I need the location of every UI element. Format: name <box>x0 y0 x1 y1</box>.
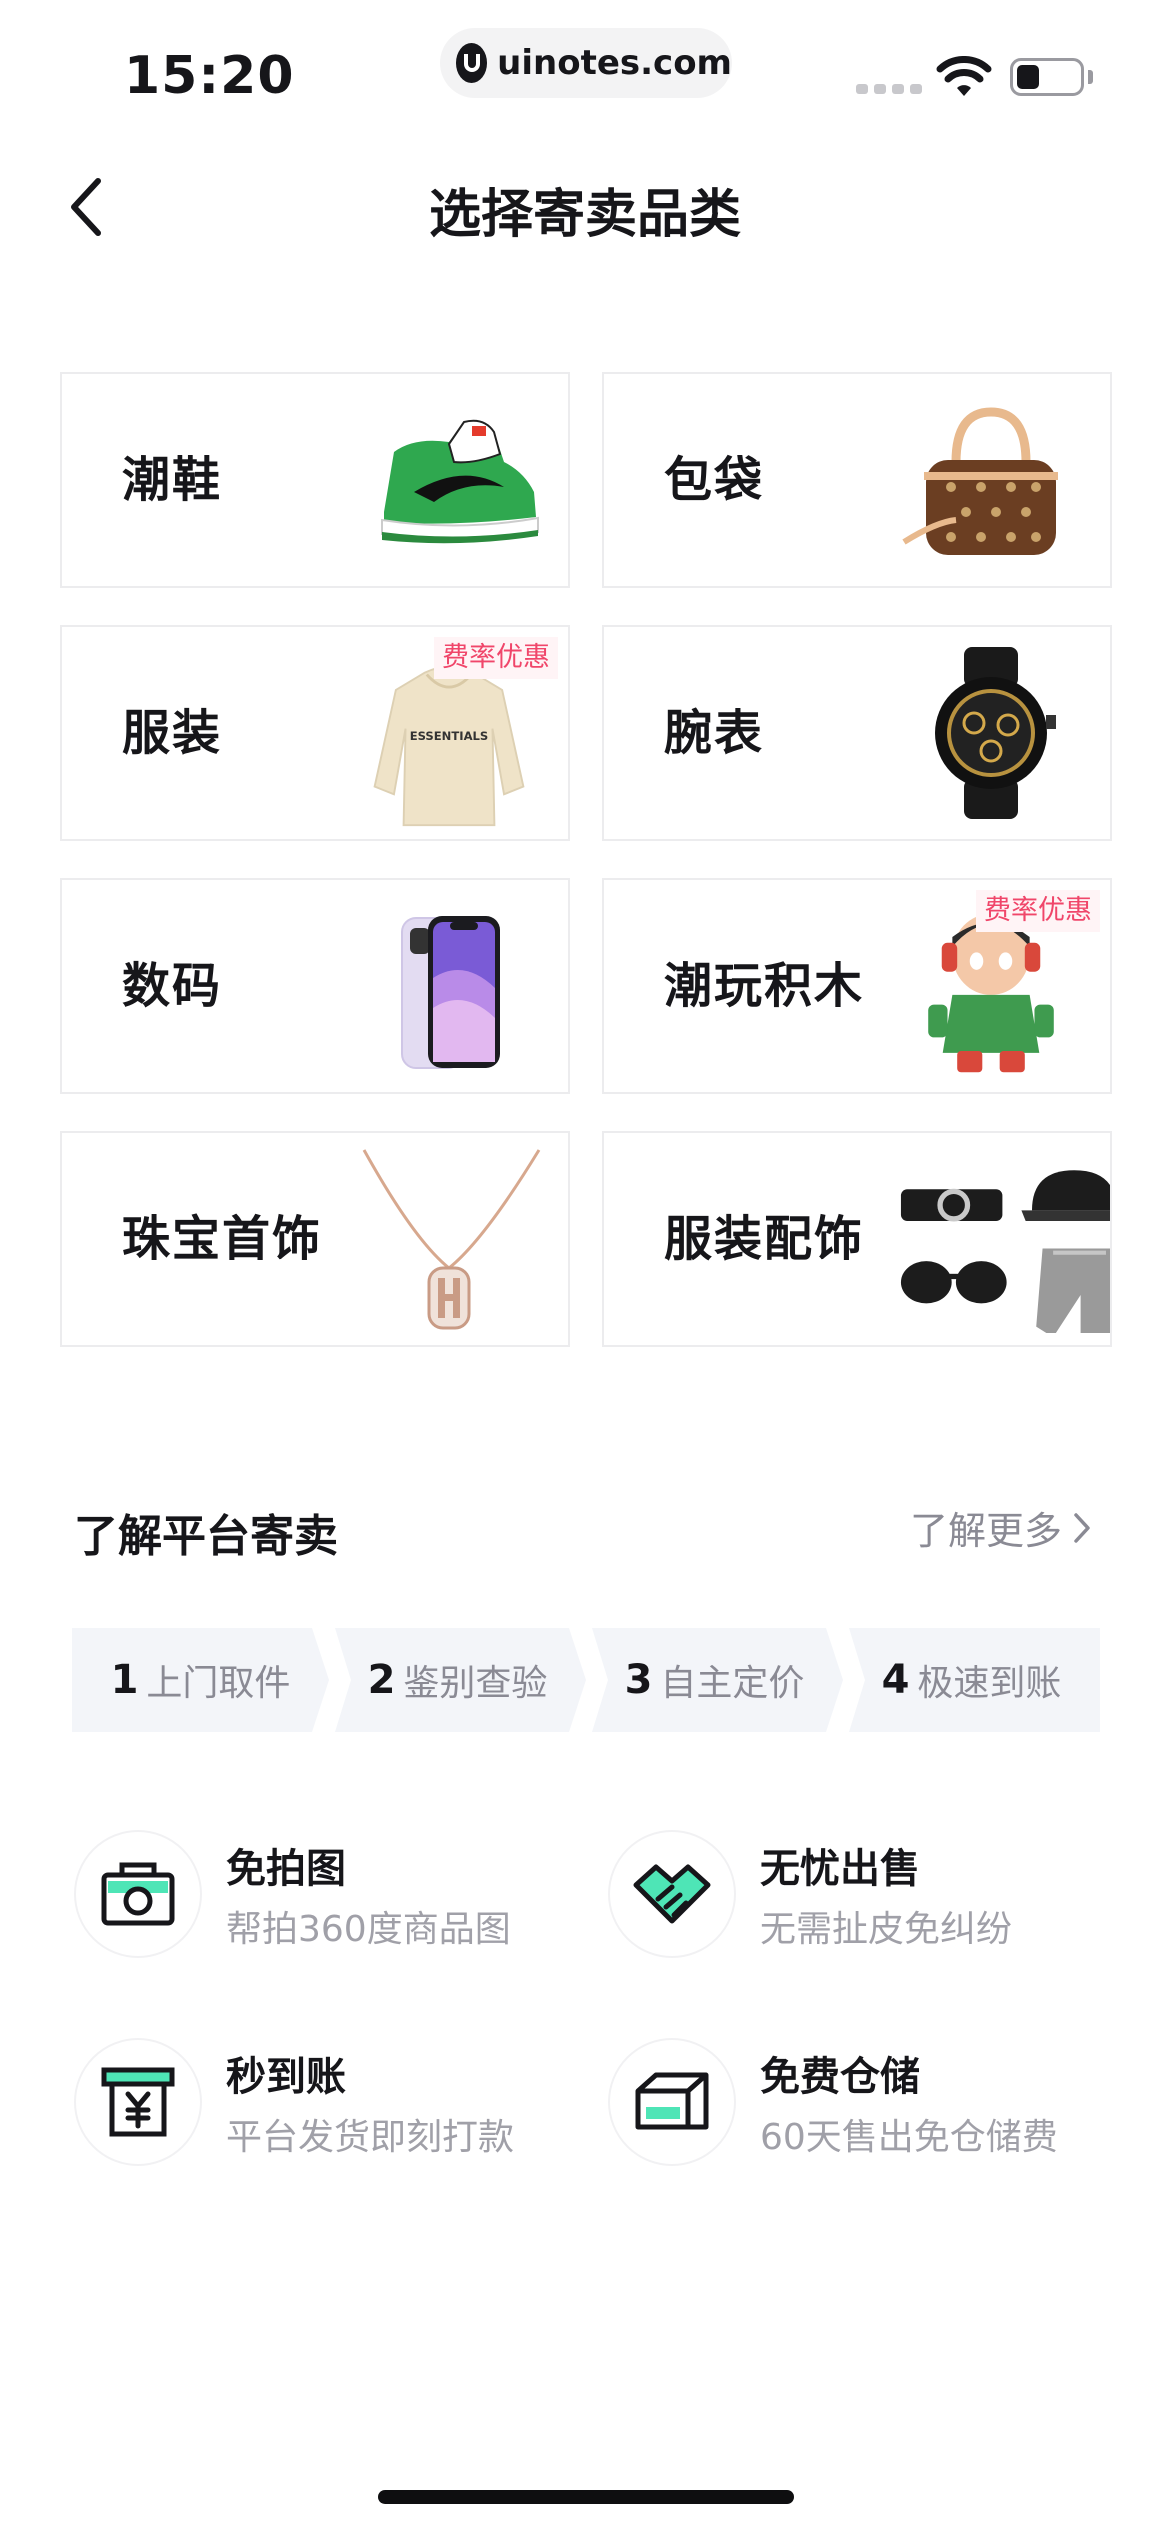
warehouse-box-icon <box>608 2038 736 2166</box>
learn-section-title: 了解平台寄卖 <box>74 1511 338 1562</box>
site-logo-icon <box>456 43 488 83</box>
category-grid: 潮鞋 包袋 服装 ESSENTIALS 费率优惠 腕表 数码 潮玩积木 费率优惠… <box>60 372 1112 1347</box>
consignment-category-page: 15:20 uinotes.com 选择寄卖品类 潮鞋 包袋 服装 ESSENT… <box>0 0 1170 2532</box>
category-label: 潮玩积木 <box>664 958 865 1014</box>
consignment-steps: 1 上门取件 2 鉴别查验 3 自主定价 4 极速到账 <box>72 1628 1100 1732</box>
feature-desc: 平台发货即刻打款 <box>226 2117 515 2158</box>
home-indicator[interactable] <box>378 2490 794 2504</box>
feature-desc: 无需扯皮免纠纷 <box>760 1909 1013 1950</box>
step-payout: 4 极速到账 <box>843 1628 1100 1732</box>
step-number: 2 <box>367 1657 396 1703</box>
signal-icon <box>856 84 922 94</box>
page-title: 选择寄卖品类 <box>428 185 741 245</box>
phone-image <box>401 916 500 1069</box>
url-pill: uinotes.com <box>440 28 732 98</box>
figure-toy-image <box>928 913 1054 1073</box>
learn-more-label: 了解更多 <box>909 1509 1062 1553</box>
chevron-right-icon <box>1074 1512 1090 1543</box>
hoodie-image: ESSENTIALS <box>373 665 525 827</box>
battery-icon <box>1010 58 1084 96</box>
step-authenticate: 2 鉴别查验 <box>329 1628 586 1732</box>
status-time: 15:20 <box>124 46 295 106</box>
category-card-bags[interactable]: 包袋 <box>602 372 1112 588</box>
feature-title: 免拍图 <box>226 1846 346 1892</box>
category-label: 珠宝首饰 <box>122 1211 323 1267</box>
handbag-image <box>902 407 1058 555</box>
promo-tag: 费率优惠 <box>434 637 558 679</box>
svg-text:ESSENTIALS: ESSENTIALS <box>410 729 489 743</box>
category-card-sneakers[interactable]: 潮鞋 <box>60 372 570 588</box>
category-card-digital[interactable]: 数码 <box>60 878 570 1094</box>
learn-more-link[interactable]: 了解更多 <box>910 1500 1092 1555</box>
camera-icon <box>74 1830 202 1958</box>
accessories-image <box>900 1170 1110 1333</box>
step-label: 鉴别查验 <box>403 1663 548 1704</box>
step-label: 极速到账 <box>917 1663 1062 1704</box>
url-text: uinotes.com <box>497 43 732 83</box>
step-pickup: 1 上门取件 <box>72 1628 329 1732</box>
category-label: 服装 <box>122 705 223 761</box>
category-label: 数码 <box>122 958 223 1014</box>
category-label: 腕表 <box>664 705 765 761</box>
category-card-jewelry[interactable]: 珠宝首饰 <box>60 1131 570 1347</box>
category-label: 潮鞋 <box>122 452 223 508</box>
feature-title: 免费仓储 <box>760 2054 920 2100</box>
handshake-icon <box>608 1830 736 1958</box>
feature-title: 秒到账 <box>226 2054 346 2100</box>
category-label: 包袋 <box>664 452 765 508</box>
feature-instant-payout: 秒到账 平台发货即刻打款 <box>74 2038 574 2168</box>
feature-title: 无忧出售 <box>760 1846 920 1892</box>
feature-desc: 帮拍360度商品图 <box>226 1909 511 1950</box>
category-card-watches[interactable]: 腕表 <box>602 625 1112 841</box>
step-label: 上门取件 <box>146 1663 291 1704</box>
feature-photo: 免拍图 帮拍360度商品图 <box>74 1830 574 1960</box>
battery-tip <box>1088 70 1093 84</box>
category-card-toys[interactable]: 潮玩积木 费率优惠 <box>602 878 1112 1094</box>
category-card-accessories[interactable]: 服装配饰 <box>602 1131 1112 1347</box>
feature-free-storage: 免费仓储 60天售出免仓储费 <box>608 2038 1108 2168</box>
watch-image <box>935 647 1056 819</box>
feature-desc: 60天售出免仓储费 <box>760 2117 1058 2158</box>
promo-tag: 费率优惠 <box>976 890 1100 932</box>
sneaker-image <box>381 419 539 544</box>
step-number: 4 <box>881 1657 910 1703</box>
step-label: 自主定价 <box>660 1663 805 1704</box>
feature-worry-free: 无忧出售 无需扯皮免纠纷 <box>608 1830 1108 1960</box>
step-pricing: 3 自主定价 <box>586 1628 843 1732</box>
necklace-image <box>362 1149 541 1330</box>
wifi-icon <box>936 56 992 96</box>
step-number: 3 <box>624 1657 653 1703</box>
category-label: 服装配饰 <box>664 1211 865 1267</box>
step-number: 1 <box>110 1657 139 1703</box>
yuan-box-icon <box>74 2038 202 2166</box>
category-card-apparel[interactable]: 服装 ESSENTIALS 费率优惠 <box>60 625 570 841</box>
